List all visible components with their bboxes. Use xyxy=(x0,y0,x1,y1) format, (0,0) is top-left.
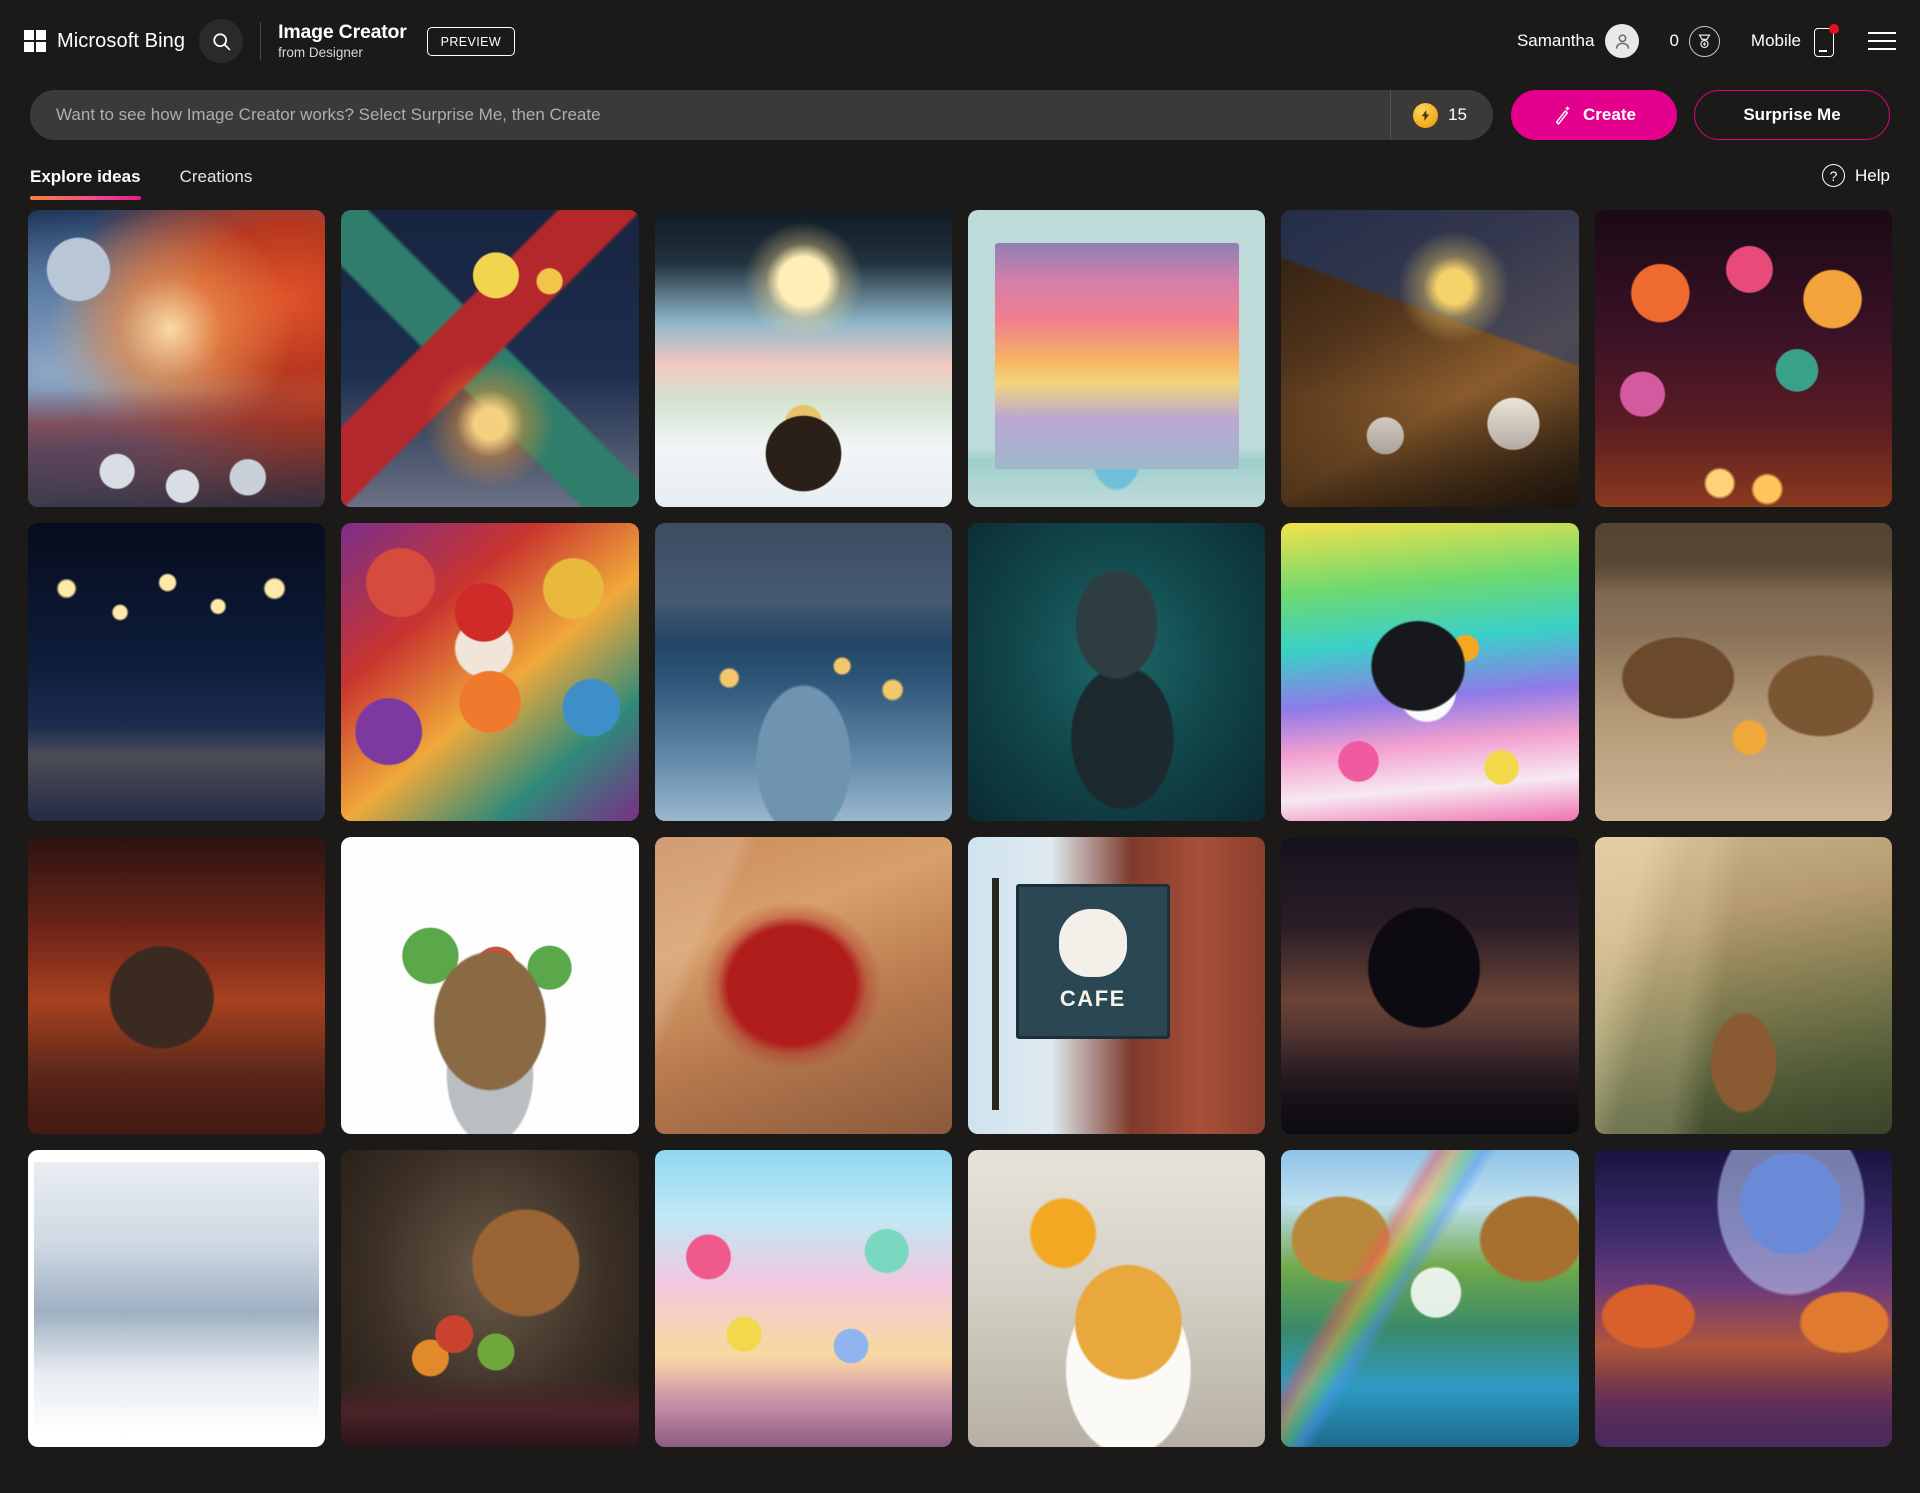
gallery-tile-image xyxy=(1281,523,1579,821)
gallery-tile[interactable] xyxy=(28,210,326,508)
gallery-tile[interactable] xyxy=(968,210,1266,508)
gallery-tile-image xyxy=(654,836,952,1135)
gallery-tile-image xyxy=(28,523,326,821)
gallery-tile-image: CAFE xyxy=(968,836,1266,1135)
magic-wand-icon xyxy=(1555,106,1570,125)
gallery-tile[interactable] xyxy=(1281,1150,1579,1448)
header-right-cluster: Samantha 0 Mobile xyxy=(1517,24,1898,58)
paper-diorama-overlay xyxy=(968,210,1266,508)
gallery-tile-image xyxy=(341,1150,639,1448)
boost-credits[interactable]: 15 xyxy=(1390,90,1493,140)
gallery-tile[interactable] xyxy=(1594,1150,1892,1448)
help-button[interactable]: ? Help xyxy=(1822,164,1890,200)
gallery-tile[interactable] xyxy=(654,1150,952,1448)
gallery-tile[interactable] xyxy=(341,1150,639,1448)
rewards-count: 0 xyxy=(1669,31,1679,50)
brand-label: Microsoft Bing xyxy=(57,29,186,52)
gallery-tile[interactable] xyxy=(28,523,326,821)
create-button[interactable]: Create xyxy=(1511,90,1677,140)
gallery-tile-image xyxy=(654,523,952,821)
gallery-tile[interactable]: CAFE xyxy=(968,836,1266,1135)
boost-coin-icon xyxy=(1413,102,1439,128)
explore-ideas-grid: CAFE xyxy=(0,200,1920,1448)
cafe-sign: CAFE xyxy=(1015,884,1171,1039)
gallery-tile-image xyxy=(28,1150,326,1448)
gallery-tile-image xyxy=(1281,836,1579,1135)
gallery-tile-image xyxy=(1594,523,1892,821)
search-icon xyxy=(212,32,230,50)
gallery-tile[interactable] xyxy=(28,1150,326,1448)
prompt-box[interactable]: 15 xyxy=(30,90,1493,140)
gallery-tile-image xyxy=(1594,210,1892,508)
mobile-label: Mobile xyxy=(1750,31,1801,50)
gallery-tile[interactable] xyxy=(28,836,326,1135)
gallery-tile[interactable] xyxy=(1281,523,1579,821)
gallery-tile-image xyxy=(28,836,326,1135)
gallery-tile[interactable] xyxy=(1281,210,1579,508)
rewards-button[interactable]: 0 xyxy=(1669,25,1720,57)
gallery-tile[interactable] xyxy=(1281,836,1579,1135)
gallery-tile[interactable] xyxy=(968,1150,1266,1448)
gallery-tile[interactable] xyxy=(654,836,952,1135)
notification-dot xyxy=(1829,24,1839,34)
gallery-tile-image xyxy=(654,1150,952,1448)
tab-creations[interactable]: Creations xyxy=(180,167,253,200)
help-label: Help xyxy=(1855,165,1890,185)
gallery-tile[interactable] xyxy=(968,523,1266,821)
boost-count: 15 xyxy=(1448,105,1467,124)
rewards-medal-icon xyxy=(1688,25,1720,57)
lamp-post xyxy=(991,878,1000,1111)
gallery-tile[interactable] xyxy=(654,523,952,821)
stamp-peaks-overlay xyxy=(28,1150,326,1448)
account-name: Samantha xyxy=(1516,31,1595,50)
create-label: Create xyxy=(1583,105,1636,124)
prompt-bar: 15 Create Surprise Me xyxy=(0,82,1920,148)
gallery-tile[interactable] xyxy=(341,836,639,1135)
prompt-input[interactable] xyxy=(30,105,1391,125)
app-subtitle: from Designer xyxy=(278,44,363,60)
search-button[interactable] xyxy=(199,19,244,63)
question-circle-icon: ? xyxy=(1822,164,1846,187)
preview-badge: PREVIEW xyxy=(426,26,516,56)
bing-brand[interactable]: Microsoft Bing xyxy=(24,30,185,53)
gallery-tile-image xyxy=(1281,1150,1579,1448)
gallery-tile[interactable] xyxy=(1594,210,1892,508)
gallery-tile-image xyxy=(1281,210,1579,508)
gallery-tile-image xyxy=(1594,836,1892,1135)
gallery-tile[interactable] xyxy=(1594,836,1892,1135)
surprise-me-button[interactable]: Surprise Me xyxy=(1694,90,1890,140)
microsoft-grid-icon xyxy=(24,30,46,52)
phone-icon xyxy=(1812,24,1839,58)
gallery-tile[interactable] xyxy=(654,210,952,508)
gallery-tile-image xyxy=(654,210,952,508)
gallery-tile[interactable] xyxy=(341,210,639,508)
cafe-sign-text: CAFE xyxy=(1059,986,1126,1012)
gallery-tile-image xyxy=(968,1150,1266,1448)
mobile-button[interactable]: Mobile xyxy=(1750,24,1839,58)
gallery-tile-image xyxy=(28,210,326,508)
gallery-tile-image xyxy=(341,836,639,1135)
polar-bear-icon xyxy=(1058,908,1128,978)
app-title-block[interactable]: Image Creator from Designer xyxy=(278,21,407,62)
gallery-tile-image xyxy=(968,210,1266,508)
gallery-tile[interactable] xyxy=(341,523,639,821)
header-divider xyxy=(260,22,262,60)
account-button[interactable]: Samantha xyxy=(1517,24,1640,58)
gallery-tile-image xyxy=(1594,1150,1892,1448)
gallery-tile-image xyxy=(341,523,639,821)
app-title: Image Creator xyxy=(278,20,407,43)
gallery-tile[interactable] xyxy=(1594,523,1892,821)
hamburger-menu-icon[interactable] xyxy=(1868,26,1898,56)
avatar xyxy=(1605,24,1640,58)
gallery-tile-image xyxy=(341,210,639,508)
person-avatar-icon xyxy=(1615,33,1630,49)
tab-explore-ideas[interactable]: Explore ideas xyxy=(30,167,141,200)
gallery-tile-image xyxy=(968,523,1266,821)
tab-bar: Explore ideas Creations ? Help xyxy=(0,148,1920,200)
app-header: Microsoft Bing Image Creator from Design… xyxy=(0,0,1920,82)
